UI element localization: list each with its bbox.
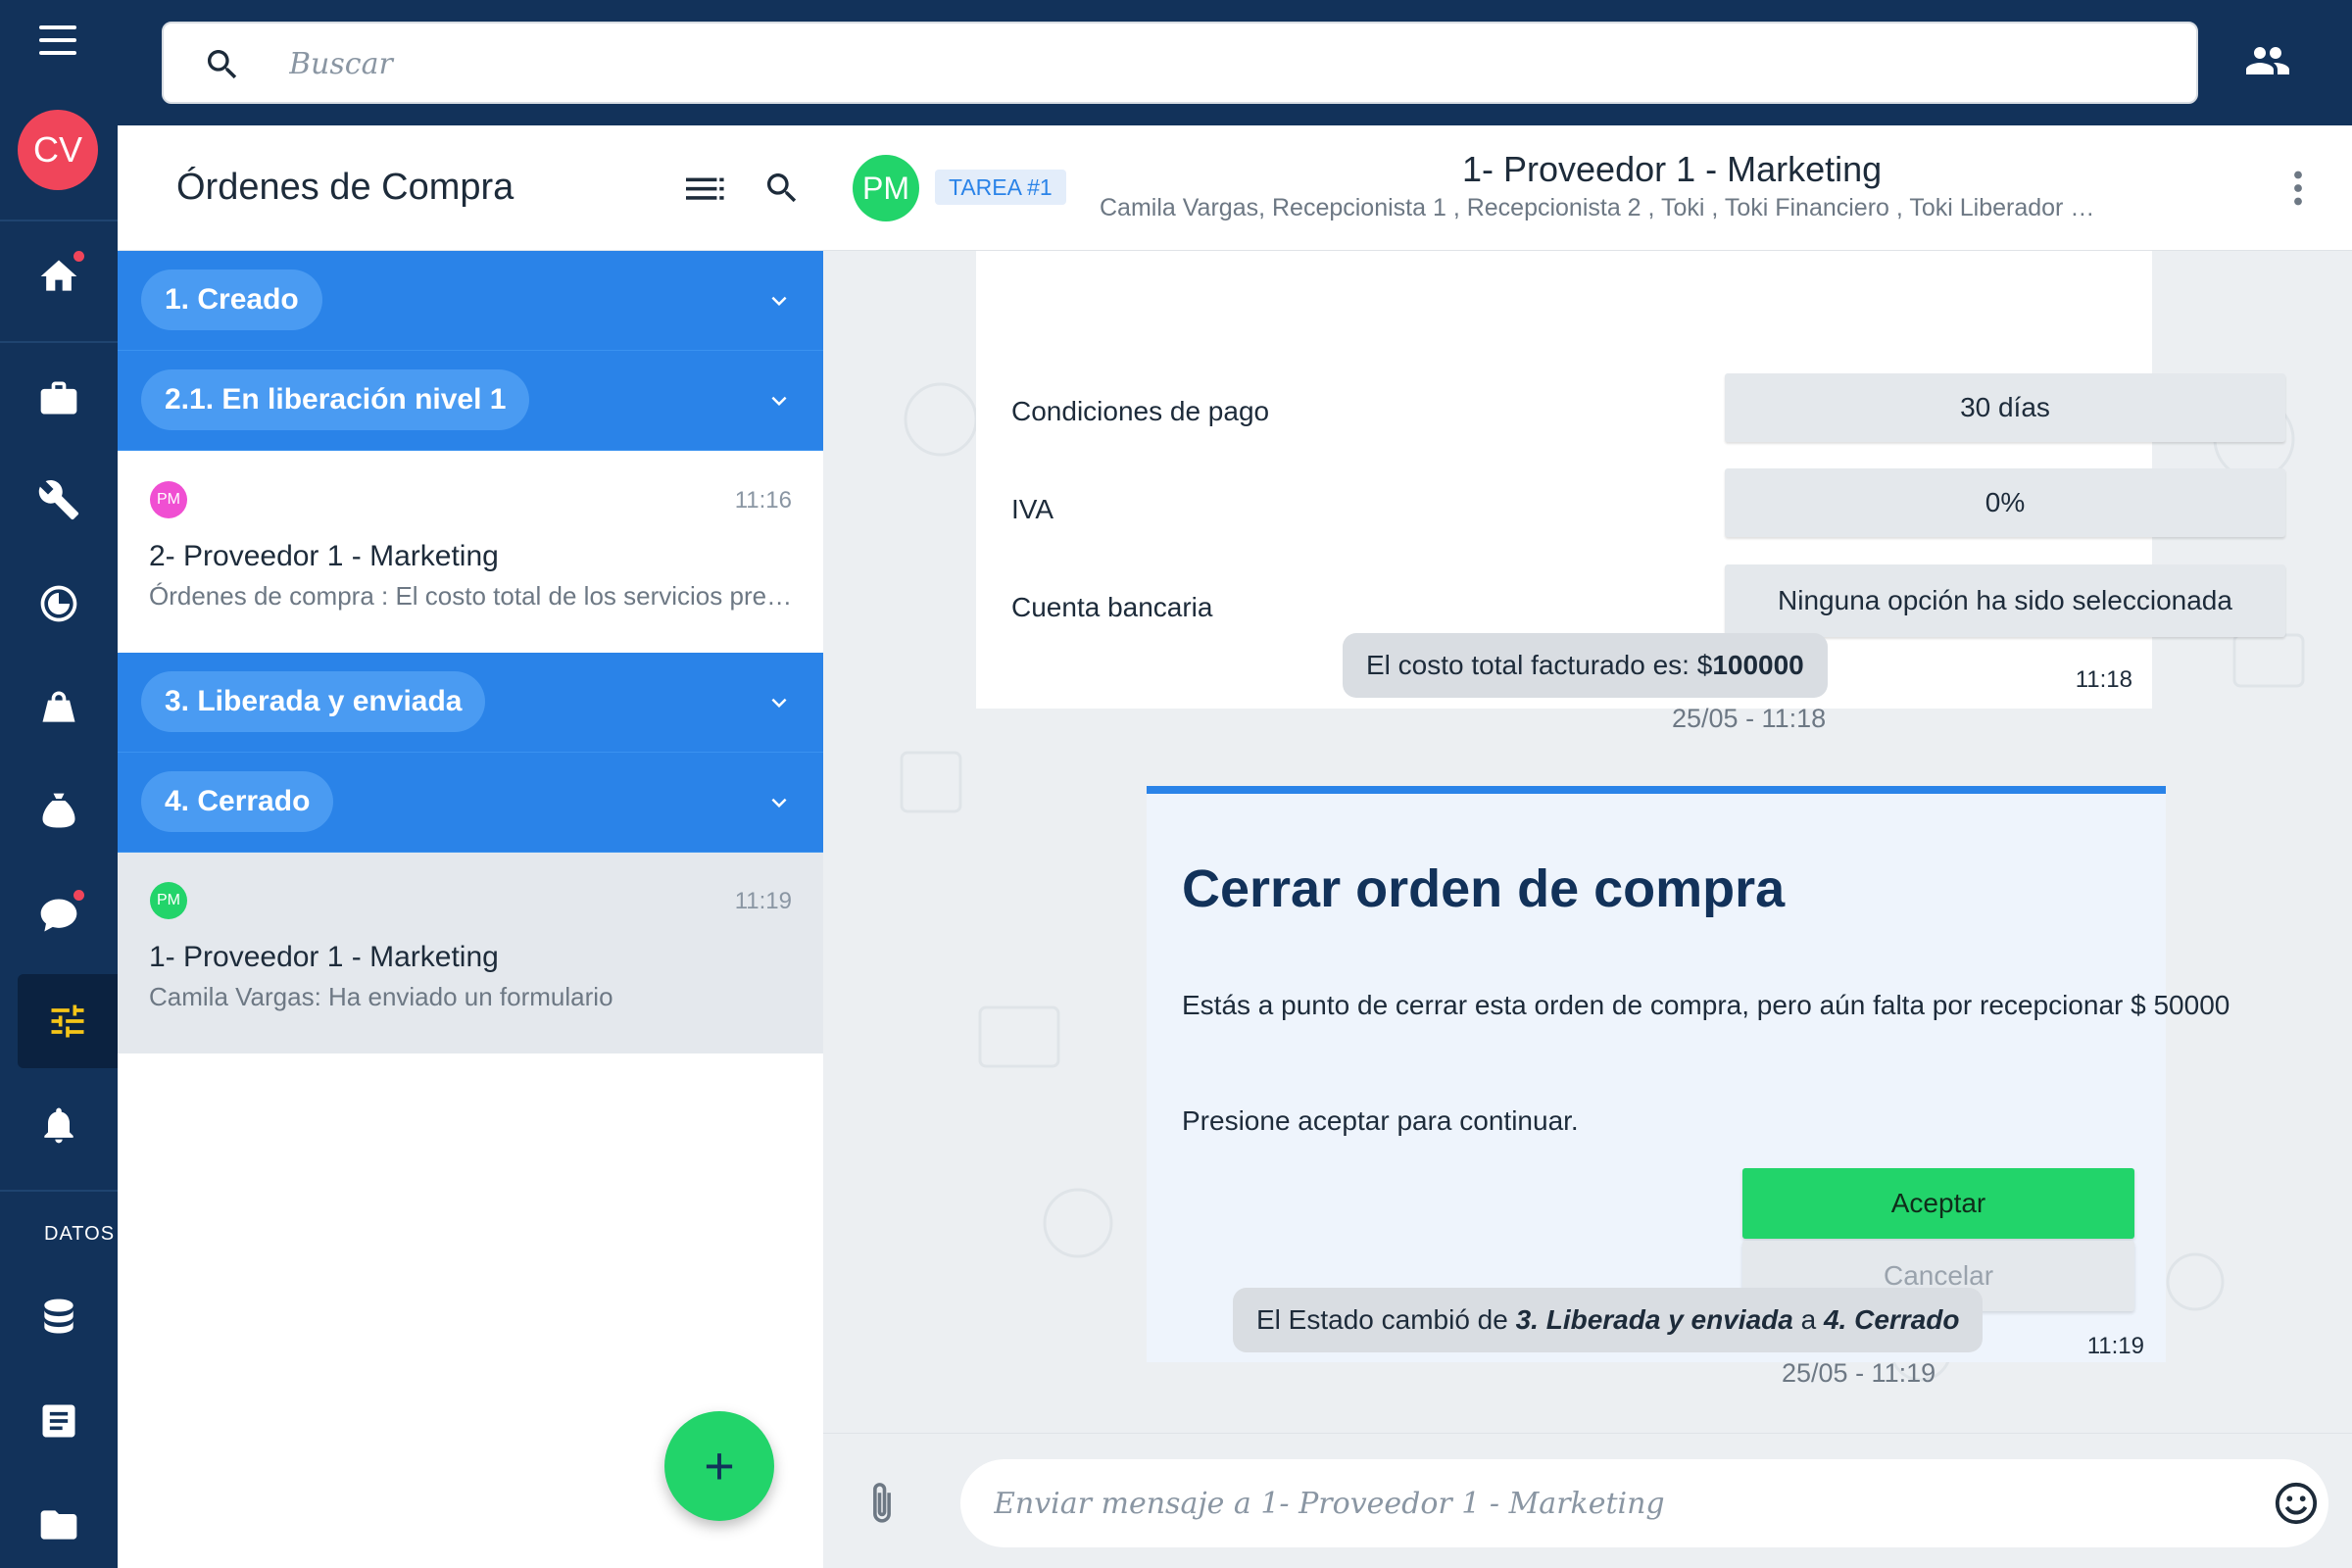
user-avatar[interactable]: CV — [18, 110, 98, 190]
avatar: PM — [150, 882, 187, 919]
notification-dot — [74, 890, 84, 901]
purchase-orders-panel: Órdenes de Compra 1. Creado 2.1. En libe… — [118, 125, 823, 1568]
avatar: PM — [150, 481, 187, 518]
chat-header: PM TAREA #1 1- Proveedor 1 - Marketing C… — [823, 125, 2352, 251]
message-composer — [823, 1433, 2352, 1568]
dialog-prompt: Presione aceptar para continuar. — [1182, 1105, 1579, 1136]
chevron-down-icon[interactable] — [764, 386, 794, 416]
status-prefix: El Estado cambió de — [1256, 1304, 1516, 1335]
top-bar — [118, 0, 2352, 125]
message-time: 11:18 — [2075, 666, 2132, 693]
cost-message: El costo total facturado es: $100000 — [1343, 633, 1828, 698]
cost-prefix: El costo total facturado es: $ — [1366, 650, 1713, 680]
left-rail: CV DATOS — [0, 0, 118, 1568]
group-liberada[interactable]: 3. Liberada y enviada — [118, 653, 823, 753]
group-label: 2.1. En liberación nivel 1 — [141, 369, 530, 430]
chevron-down-icon[interactable] — [764, 788, 794, 817]
field-value: Ninguna opción ha sido seleccionada — [1725, 564, 2285, 637]
bell-icon[interactable] — [0, 1078, 118, 1172]
wrench-icon[interactable] — [0, 453, 118, 547]
money-bag-icon[interactable] — [0, 764, 118, 858]
filter-list-icon[interactable] — [686, 174, 725, 204]
chevron-down-icon[interactable] — [764, 688, 794, 717]
group-label: 4. Cerrado — [141, 771, 334, 832]
home-icon[interactable] — [0, 229, 118, 323]
rail-divider — [0, 1190, 118, 1192]
item-title: 1- Proveedor 1 - Marketing — [149, 941, 499, 973]
more-vertical-icon[interactable] — [2293, 171, 2303, 206]
list-item[interactable]: PM 11:16 2- Proveedor 1 - Marketing Órde… — [118, 452, 823, 653]
dialog-description: Estás a punto de cerrar esta orden de co… — [1182, 990, 2230, 1020]
search-icon[interactable] — [762, 169, 802, 208]
item-subtitle: Camila Vargas: Ha enviado un formulario — [149, 982, 613, 1011]
database-icon[interactable] — [0, 1270, 118, 1364]
folder-icon[interactable] — [0, 1478, 118, 1568]
global-search-box[interactable] — [162, 22, 2198, 104]
field-label: Condiciones de pago — [1011, 396, 1270, 426]
gauge-icon[interactable] — [0, 557, 118, 651]
rail-section-label: DATOS — [44, 1223, 116, 1245]
avatar[interactable]: PM — [853, 155, 919, 221]
status-joiner: a — [1792, 1304, 1824, 1335]
shopping-bag-icon[interactable] — [0, 661, 118, 755]
chat-icon[interactable] — [0, 868, 118, 962]
briefcase-icon[interactable] — [0, 351, 118, 445]
menu-icon[interactable] — [39, 25, 76, 55]
item-subtitle: Órdenes de compra : El costo total de lo… — [149, 581, 796, 611]
rail-divider — [0, 341, 118, 343]
item-time: 11:19 — [734, 888, 792, 914]
chat-panel: PM TAREA #1 1- Proveedor 1 - Marketing C… — [823, 125, 2352, 1568]
status-from: 3. Liberada y enviada — [1515, 1304, 1793, 1335]
field-value: 30 días — [1725, 373, 2285, 442]
paperclip-icon[interactable] — [862, 1479, 902, 1528]
field-value: 0% — [1725, 468, 2285, 537]
group-cerrado[interactable]: 4. Cerrado — [118, 753, 823, 853]
group-creado[interactable]: 1. Creado — [118, 251, 823, 351]
emoji-icon[interactable] — [2274, 1481, 2319, 1526]
message-input[interactable] — [960, 1459, 2328, 1547]
group-en-liberacion[interactable]: 2.1. En liberación nivel 1 — [118, 351, 823, 451]
item-title: 2- Proveedor 1 - Marketing — [149, 540, 499, 572]
group-label: 1. Creado — [141, 270, 322, 330]
chevron-down-icon[interactable] — [764, 286, 794, 316]
task-tag[interactable]: TAREA #1 — [935, 170, 1066, 205]
message-time: 25/05 - 11:18 — [1672, 704, 1827, 733]
accept-button[interactable]: Aceptar — [1742, 1168, 2134, 1239]
search-icon — [208, 50, 237, 79]
field-label: IVA — [1011, 494, 1054, 524]
add-button[interactable]: + — [664, 1411, 774, 1521]
rail-divider — [0, 220, 118, 221]
message-time: 11:19 — [2086, 1333, 2144, 1359]
field-label: Cuenta bancaria — [1011, 592, 1213, 622]
notification-dot — [74, 251, 84, 262]
chat-members: Camila Vargas, Recepcionista 1 , Recepci… — [1100, 194, 2099, 221]
status-to: 4. Cerrado — [1823, 1304, 1960, 1335]
list-title: Órdenes de Compra — [176, 167, 514, 208]
document-icon[interactable] — [0, 1374, 118, 1468]
list-item[interactable]: PM 11:19 1- Proveedor 1 - Marketing Cami… — [118, 853, 823, 1054]
global-search-input[interactable] — [289, 37, 2151, 90]
message-time: 25/05 - 11:19 — [1782, 1358, 1936, 1388]
sliders-icon[interactable] — [18, 974, 118, 1068]
people-icon[interactable] — [2244, 43, 2291, 78]
cost-amount: 100000 — [1712, 650, 1804, 680]
status-change-message: El Estado cambió de 3. Liberada y enviad… — [1233, 1288, 1984, 1352]
chat-title: 1- Proveedor 1 - Marketing — [1462, 149, 1883, 189]
group-label: 3. Liberada y enviada — [141, 671, 486, 732]
dialog-title: Cerrar orden de compra — [1182, 859, 1786, 918]
list-header: Órdenes de Compra — [118, 125, 823, 251]
item-time: 11:16 — [734, 487, 792, 514]
close-order-dialog: Cerrar orden de compra Estás a punto de … — [1147, 786, 2230, 1362]
